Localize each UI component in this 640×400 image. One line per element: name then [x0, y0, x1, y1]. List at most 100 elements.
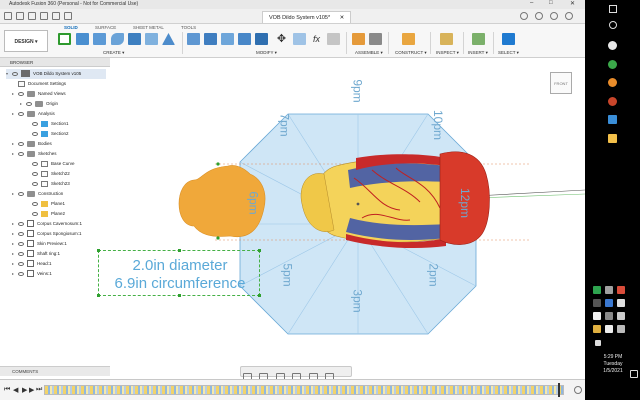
timeline-start-button[interactable]: ⏮ — [4, 386, 10, 394]
insert-menu[interactable]: INSERT ▾ — [468, 50, 488, 56]
visibility-icon[interactable] — [32, 121, 38, 126]
visibility-icon[interactable] — [26, 101, 32, 106]
browser-item[interactable]: Sketch23 — [26, 179, 70, 189]
tray-app-icon[interactable] — [617, 325, 625, 333]
loft-icon[interactable] — [162, 33, 175, 45]
browser-item[interactable]: ▸ Skin Preview:1 — [12, 239, 67, 249]
volume-icon[interactable] — [595, 340, 601, 346]
close-window-button[interactable]: ✕ — [570, 0, 575, 7]
timeline-play-button[interactable]: ▶ — [22, 386, 27, 394]
browser-item[interactable]: ▸ Corpus Cavernosum:1 — [12, 219, 82, 229]
visibility-icon[interactable] — [18, 251, 24, 256]
visibility-icon[interactable] — [18, 261, 24, 266]
file-menu-icon[interactable] — [28, 12, 36, 20]
visibility-icon[interactable] — [18, 221, 24, 226]
browser-root[interactable]: ▾ VOB Dildo System v105 — [6, 69, 106, 79]
timeline-marker[interactable] — [558, 383, 560, 397]
fusion-app-icon[interactable] — [608, 97, 617, 106]
system-clock[interactable]: 5:29 PM Tuesday 1/5/2021 — [590, 354, 636, 375]
firefox-icon[interactable] — [608, 78, 617, 87]
tab-solid[interactable]: SOLID — [64, 25, 78, 30]
text-box-handle[interactable] — [178, 249, 181, 252]
measure-icon[interactable] — [440, 33, 453, 45]
insert-image-icon[interactable] — [472, 33, 485, 45]
data-panel-icon[interactable] — [16, 12, 24, 20]
visibility-icon[interactable] — [18, 191, 24, 196]
timeline-end-button[interactable]: ⏭ — [36, 386, 42, 394]
start-icon[interactable] — [609, 5, 617, 13]
browser-item[interactable]: Plane1 — [26, 199, 65, 209]
visibility-icon[interactable] — [18, 141, 24, 146]
search-icon[interactable] — [609, 21, 617, 29]
minimize-button[interactable]: – — [530, 0, 533, 6]
browser-header[interactable]: BROWSER — [0, 58, 110, 67]
tab-surface[interactable]: SURFACE — [95, 25, 116, 30]
save-icon[interactable] — [40, 12, 48, 20]
browser-item[interactable]: ▸ Construction — [12, 189, 63, 199]
visibility-icon[interactable] — [32, 201, 38, 206]
browser-item[interactable]: ▸ Bodies — [12, 139, 52, 149]
timeline-back-button[interactable]: ◀ — [13, 386, 18, 394]
construct-menu[interactable]: CONSTRUCT ▾ — [395, 50, 427, 56]
text-box-handle[interactable] — [178, 294, 181, 297]
browser-item[interactable]: ▸ Named Views — [12, 89, 66, 99]
visibility-icon[interactable] — [32, 131, 38, 136]
help-icon[interactable] — [565, 12, 573, 20]
browser-item[interactable]: ▸ Corpus Spongiosum:1 — [12, 229, 82, 239]
text-box-handle[interactable] — [97, 294, 100, 297]
browser-item[interactable]: ▸ Shaft ring:1 — [12, 249, 60, 259]
compute-icon[interactable] — [327, 33, 340, 45]
browser-item[interactable]: Section2 — [26, 129, 69, 139]
press-pull-icon[interactable] — [187, 33, 200, 45]
view-cube[interactable]: FRONT — [550, 72, 572, 94]
select-menu[interactable]: SELECT ▾ — [498, 50, 519, 56]
parameters-icon[interactable]: fx — [310, 33, 323, 45]
browser-item[interactable]: ▸ Sketches — [12, 149, 57, 159]
tab-tools[interactable]: TOOLS — [181, 25, 196, 30]
timeline-features[interactable] — [44, 385, 564, 395]
new-component-icon[interactable] — [352, 33, 365, 45]
tray-app-icon[interactable] — [593, 312, 601, 320]
comments-panel[interactable]: COMMENTS — [0, 366, 110, 376]
visibility-icon[interactable] — [12, 71, 18, 76]
timeline-forward-button[interactable]: ▶ — [29, 386, 34, 394]
app-menu-icon[interactable] — [4, 12, 12, 20]
maximize-button[interactable]: □ — [549, 0, 553, 6]
tray-app-icon[interactable] — [617, 312, 625, 320]
create-sketch-icon[interactable] — [58, 33, 71, 45]
text-box-handle[interactable] — [258, 249, 261, 252]
app-icon[interactable] — [608, 134, 617, 143]
offset-plane-icon[interactable] — [402, 33, 415, 45]
browser-item[interactable]: ▸ Analysis — [12, 109, 55, 119]
hole-icon[interactable] — [145, 33, 158, 45]
browser-item[interactable]: Sketch22 — [26, 169, 70, 179]
visibility-icon[interactable] — [18, 271, 24, 276]
browser-item[interactable]: Section1 — [26, 119, 69, 129]
browser-item[interactable]: Document Settings — [12, 79, 66, 89]
document-tab[interactable]: VOB Dildo System v105* ✕ — [262, 11, 352, 23]
text-box-handle[interactable] — [258, 294, 261, 297]
tray-app-icon[interactable] — [605, 312, 613, 320]
fillet-icon[interactable] — [204, 33, 217, 45]
file-explorer-icon[interactable] — [608, 115, 617, 124]
move-icon[interactable]: ✥ — [275, 33, 288, 45]
select-icon[interactable] — [502, 33, 515, 45]
box-icon[interactable] — [93, 33, 106, 45]
sweep-icon[interactable] — [128, 33, 141, 45]
browser-item[interactable]: ▸ Veins:1 — [12, 269, 52, 279]
create-menu[interactable]: CREATE ▾ — [103, 50, 124, 56]
visibility-icon[interactable] — [18, 151, 24, 156]
revolve-icon[interactable] — [111, 33, 124, 45]
tray-app-icon[interactable] — [617, 299, 625, 307]
viewport-canvas[interactable]: 9pm 7pm 10pm 6pm 12pm 5pm 2pm 3pm — [110, 58, 585, 366]
extrude-icon[interactable] — [76, 33, 89, 45]
visibility-icon[interactable] — [18, 241, 24, 246]
workspace-switcher[interactable]: DESIGN ▾ — [4, 30, 48, 52]
redo-icon[interactable] — [64, 12, 72, 20]
notifications-icon[interactable] — [550, 12, 558, 20]
undo-icon[interactable] — [52, 12, 60, 20]
visibility-icon[interactable] — [32, 181, 38, 186]
visibility-icon[interactable] — [32, 171, 38, 176]
tray-app-icon[interactable] — [593, 299, 601, 307]
task-view-icon[interactable] — [608, 41, 617, 50]
